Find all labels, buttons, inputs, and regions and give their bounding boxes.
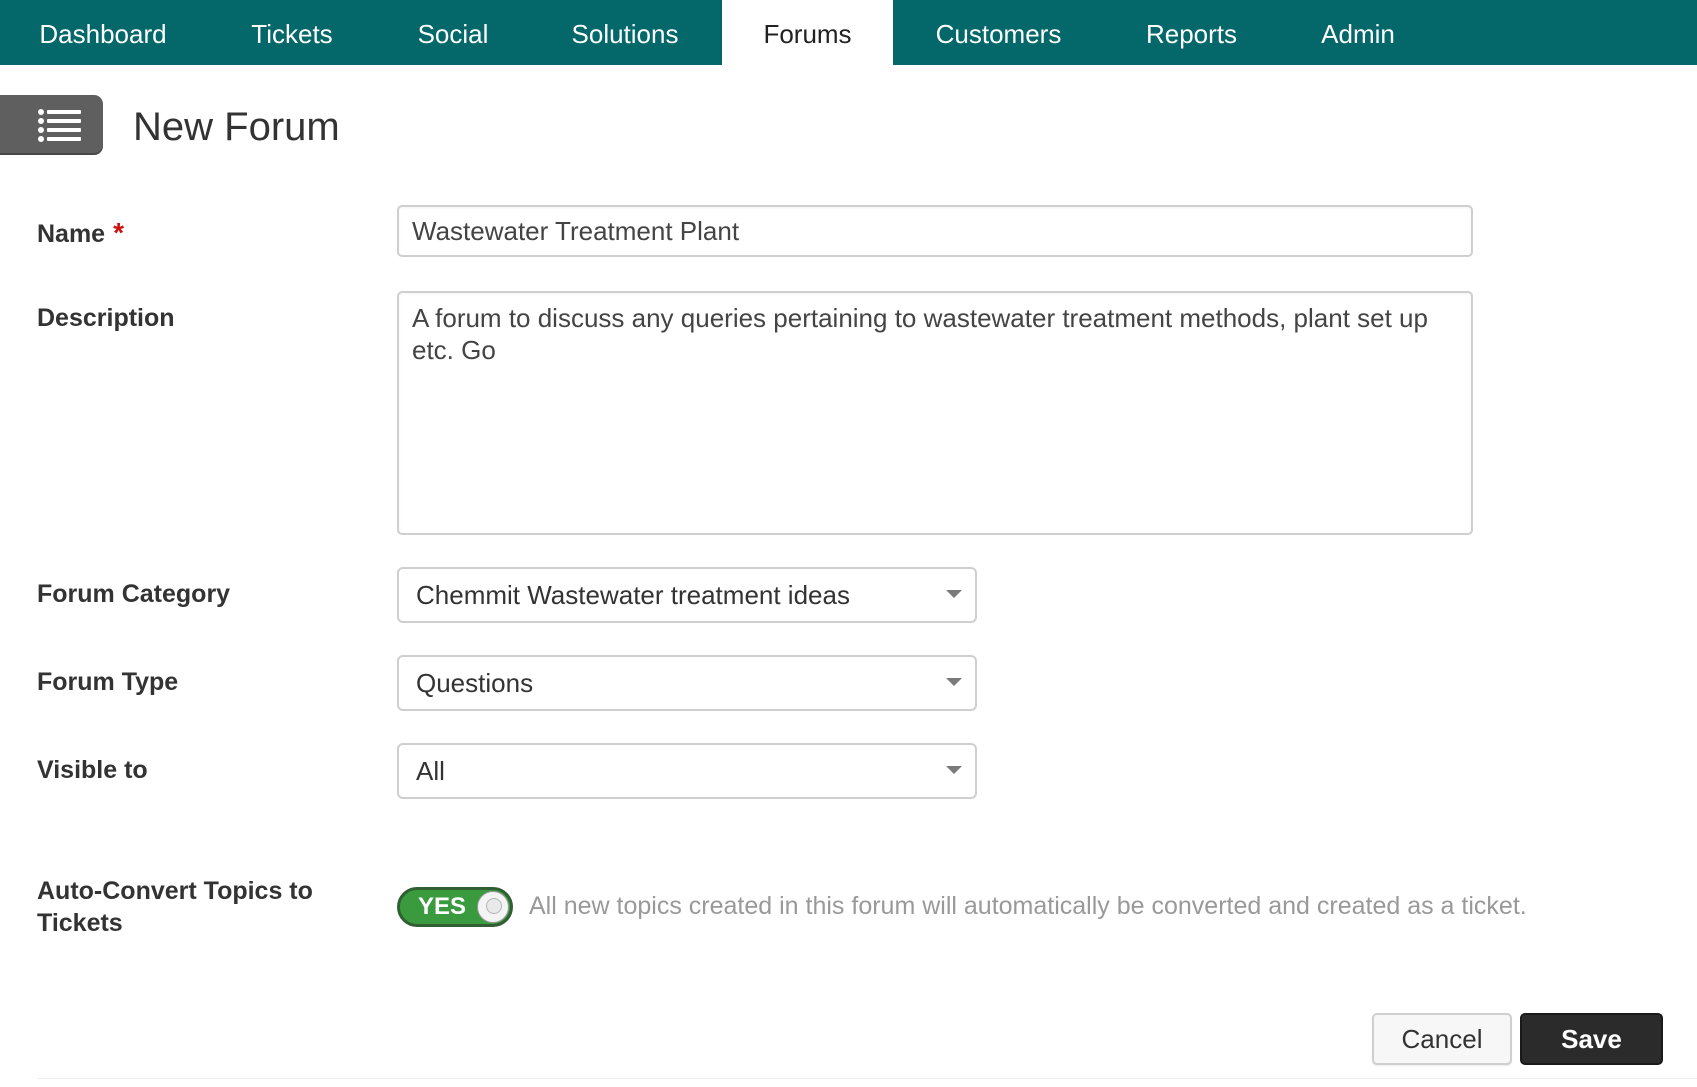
chevron-down-icon (946, 678, 962, 686)
name-label: Name * (37, 217, 124, 249)
footer-divider (37, 1078, 1697, 1079)
sidebar-toggle-button[interactable] (0, 95, 103, 155)
chevron-down-icon (946, 590, 962, 598)
name-label-text: Name (37, 220, 106, 248)
visible-to-label: Visible to (37, 756, 148, 784)
toggle-knob-icon (477, 891, 509, 923)
name-input[interactable]: Wastewater Treatment Plant (397, 205, 1473, 257)
forum-type-value: Questions (416, 668, 534, 698)
nav-tab-solutions[interactable]: Solutions (528, 0, 722, 65)
required-asterisk: * (113, 217, 124, 248)
forum-type-label: Forum Type (37, 668, 179, 696)
description-label: Description (37, 304, 175, 332)
auto-convert-help-text: All new topics created in this forum wil… (529, 892, 1527, 920)
nav-tab-admin[interactable]: Admin (1279, 0, 1437, 65)
nav-tab-reports[interactable]: Reports (1104, 0, 1279, 65)
chevron-down-icon (946, 766, 962, 774)
nav-tab-tickets[interactable]: Tickets (206, 0, 378, 65)
nav-tab-forums[interactable]: Forums (722, 0, 893, 65)
toggle-state-label: YES (418, 893, 467, 920)
auto-convert-toggle[interactable]: YES (397, 887, 513, 927)
top-navigation: Dashboard Tickets Social Solutions Forum… (0, 0, 1697, 65)
description-textarea[interactable]: A forum to discuss any queries pertainin… (397, 291, 1473, 535)
forum-category-value: Chemmit Wastewater treatment ideas (416, 580, 850, 610)
page-title: New Forum (133, 105, 340, 149)
forum-type-select[interactable]: Questions (397, 655, 977, 711)
nav-tab-social[interactable]: Social (378, 0, 528, 65)
visible-to-select[interactable]: All (397, 743, 977, 799)
visible-to-value: All (416, 756, 445, 786)
auto-convert-label: Auto-Convert Topics to Tickets (37, 877, 313, 937)
nav-tab-customers[interactable]: Customers (893, 0, 1104, 65)
save-button[interactable]: Save (1520, 1013, 1663, 1065)
nav-tab-dashboard[interactable]: Dashboard (0, 0, 206, 65)
forum-category-select[interactable]: Chemmit Wastewater treatment ideas (397, 567, 977, 623)
forum-category-label: Forum Category (37, 580, 231, 608)
cancel-button[interactable]: Cancel (1372, 1013, 1512, 1065)
